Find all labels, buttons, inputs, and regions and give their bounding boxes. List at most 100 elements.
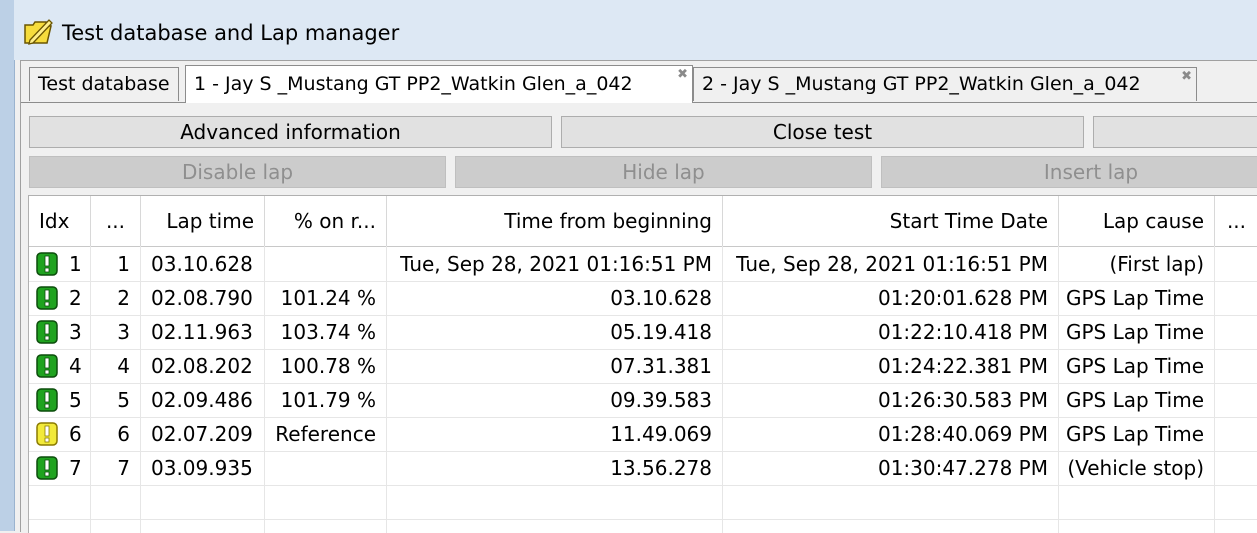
column-header-more-2[interactable]: ...	[1215, 196, 1257, 246]
idx-value: 7	[69, 456, 82, 480]
cell-number: 5	[91, 383, 141, 417]
table-row[interactable]: 2 2 02.08.790 101.24 % 03.10.628 01:20:01.628…	[29, 281, 1257, 316]
folder-pencil-icon	[24, 19, 53, 45]
column-header-lap-cause[interactable]: Lap cause	[1059, 196, 1215, 246]
cell-start-time-date: 01:22:10.418 PM	[723, 315, 1059, 349]
table-row[interactable]: 1 1 03.10.628 Tue, Sep 28, 2021 01:16:51 PM…	[29, 247, 1257, 282]
column-header-more[interactable]: ...	[91, 196, 141, 246]
cell-extra	[1215, 349, 1257, 383]
lap-status-flag-icon	[36, 456, 58, 480]
cell-start-time-date: 01:28:40.069 PM	[723, 417, 1059, 451]
cell-extra	[1215, 281, 1257, 315]
cell-start-time-date: 01:24:22.381 PM	[723, 349, 1059, 383]
tab-test-2[interactable]: 2 - Jay S _Mustang GT PP2_Watkin Glen_a_…	[693, 67, 1197, 101]
cell-lap-cause: GPS Lap Time	[1059, 417, 1215, 451]
cell-idx: 1	[29, 247, 91, 281]
cell-time-from-beginning: 11.49.069	[387, 417, 723, 451]
insert-lap-button[interactable]: Insert lap	[881, 156, 1257, 188]
cell-lap-cause: (Vehicle stop)	[1059, 451, 1215, 485]
cell-extra	[1215, 247, 1257, 281]
column-header-percent[interactable]: % on r...	[265, 196, 387, 246]
advanced-information-button[interactable]: Advanced information	[29, 116, 552, 148]
background-window-strip	[0, 0, 15, 531]
cell-lap-time: 02.09.486	[141, 383, 265, 417]
disable-lap-button[interactable]: Disable lap	[29, 156, 446, 188]
cell-percent: 101.24 %	[265, 281, 387, 315]
empty-row	[29, 485, 1257, 520]
column-header-idx[interactable]: Idx	[29, 196, 91, 246]
close-test-button[interactable]: Close test	[561, 116, 1084, 148]
cell-lap-cause: GPS Lap Time	[1059, 281, 1215, 315]
cell-start-time-date: Tue, Sep 28, 2021 01:16:51 PM	[723, 247, 1059, 281]
tab-strip: Test database 1 - Jay S _Mustang GT PP2_…	[21, 61, 1257, 105]
cell-lap-time: 02.08.202	[141, 349, 265, 383]
column-header-lap-time[interactable]: Lap time	[141, 196, 265, 246]
tab-label: Test database	[38, 73, 170, 95]
cell-start-time-date: 01:30:47.278 PM	[723, 451, 1059, 485]
client-area: Test database 1 - Jay S _Mustang GT PP2_…	[20, 60, 1257, 533]
cell-time-from-beginning: 13.56.278	[387, 451, 723, 485]
idx-value: 6	[69, 422, 82, 446]
cell-percent	[265, 451, 387, 485]
cell-extra	[1215, 383, 1257, 417]
lap-status-flag-icon	[36, 354, 58, 378]
column-header-time-from-beginning[interactable]: Time from beginning	[387, 196, 723, 246]
cell-percent	[265, 247, 387, 281]
cell-idx: 6	[29, 417, 91, 451]
cell-idx: 5	[29, 383, 91, 417]
column-header-start-time-date[interactable]: Start Time Date	[723, 196, 1059, 246]
cell-time-from-beginning: 07.31.381	[387, 349, 723, 383]
lap-status-flag-icon	[36, 388, 58, 412]
cell-number: 3	[91, 315, 141, 349]
lap-table[interactable]: Idx ... Lap time % on r... Time from beg…	[28, 195, 1257, 533]
lap-status-flag-icon	[36, 320, 58, 344]
close-x-icon[interactable]: ✖	[677, 68, 688, 82]
cell-lap-time: 02.11.963	[141, 315, 265, 349]
cell-time-from-beginning: 03.10.628	[387, 281, 723, 315]
table-row[interactable]: 5 5 02.09.486 101.79 % 09.39.583 01:26:30.583…	[29, 383, 1257, 418]
cell-start-time-date: 01:20:01.628 PM	[723, 281, 1059, 315]
table-row[interactable]: 7 7 03.09.935 13.56.278 01:30:47.278 PM (Vehi…	[29, 451, 1257, 486]
cell-extra	[1215, 451, 1257, 485]
cell-number: 2	[91, 281, 141, 315]
cell-percent: 101.79 %	[265, 383, 387, 417]
idx-value: 1	[69, 252, 82, 276]
cell-start-time-date: 01:26:30.583 PM	[723, 383, 1059, 417]
hide-lap-button[interactable]: Hide lap	[455, 156, 872, 188]
cell-lap-time: 02.07.209	[141, 417, 265, 451]
idx-value: 3	[69, 320, 82, 344]
tab-label: 2 - Jay S _Mustang GT PP2_Watkin Glen_a_…	[702, 73, 1141, 95]
cell-idx: 3	[29, 315, 91, 349]
table-row[interactable]: 6 6 02.07.209 Reference 11.49.069 01:28:40.06…	[29, 417, 1257, 452]
cell-idx: 7	[29, 451, 91, 485]
title-bar[interactable]: Test database and Lap manager	[14, 0, 1257, 60]
cell-lap-cause: GPS Lap Time	[1059, 383, 1215, 417]
cell-lap-cause: GPS Lap Time	[1059, 349, 1215, 383]
cell-extra	[1215, 417, 1257, 451]
cell-time-from-beginning: Tue, Sep 28, 2021 01:16:51 PM	[387, 247, 723, 281]
idx-value: 4	[69, 354, 82, 378]
cell-percent: 103.74 %	[265, 315, 387, 349]
tab-test-database[interactable]: Test database	[29, 67, 179, 101]
table-header: Idx ... Lap time % on r... Time from beg…	[29, 196, 1257, 247]
cell-idx: 4	[29, 349, 91, 383]
cell-percent: Reference	[265, 417, 387, 451]
cell-idx: 2	[29, 281, 91, 315]
cell-lap-cause: GPS Lap Time	[1059, 315, 1215, 349]
window-title: Test database and Lap manager	[62, 21, 400, 45]
table-row[interactable]: 4 4 02.08.202 100.78 % 07.31.381 01:24:22.381…	[29, 349, 1257, 384]
cell-lap-time: 03.09.935	[141, 451, 265, 485]
cell-lap-cause: (First lap)	[1059, 247, 1215, 281]
tab-test-1[interactable]: 1 - Jay S _Mustang GT PP2_Watkin Glen_a_…	[185, 65, 693, 103]
idx-value: 2	[69, 286, 82, 310]
extra-button[interactable]	[1093, 116, 1257, 148]
cell-number: 7	[91, 451, 141, 485]
lap-status-flag-icon	[36, 422, 58, 446]
lap-manager-window: Test database and Lap manager Test datab…	[0, 0, 1257, 533]
cell-extra	[1215, 315, 1257, 349]
cell-time-from-beginning: 05.19.418	[387, 315, 723, 349]
cell-number: 1	[91, 247, 141, 281]
cell-number: 6	[91, 417, 141, 451]
close-x-icon[interactable]: ✖	[1181, 70, 1192, 84]
table-row[interactable]: 3 3 02.11.963 103.74 % 05.19.418 01:22:10.418…	[29, 315, 1257, 350]
